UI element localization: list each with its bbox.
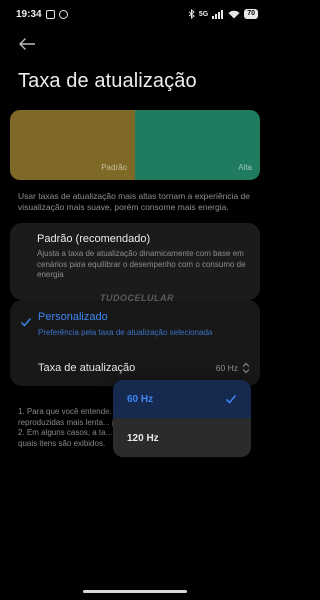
back-arrow-icon [19, 38, 35, 50]
back-button[interactable] [16, 34, 38, 54]
option-custom[interactable]: Personalizado Preferência pela taxa de a… [10, 300, 260, 386]
whatsapp-icon [58, 9, 68, 19]
refresh-rate-value: 60 Hz [215, 363, 238, 373]
refresh-rate-dropdown: 60 Hz 120 Hz [113, 380, 251, 457]
status-bar: 19:34 5G 70 [0, 0, 270, 28]
page-title: Taxa de atualização [18, 70, 197, 92]
preview-standard-label: Padrão [101, 163, 127, 172]
battery-indicator: 70 [244, 9, 258, 19]
description-text: Usar taxas de atualização mais altas tor… [18, 191, 250, 212]
dropdown-option-120hz[interactable]: 120 Hz [113, 419, 251, 457]
check-icon [21, 318, 32, 327]
dropdown-option-label: 60 Hz [127, 394, 154, 405]
option-default-subtitle: Ajusta a taxa de atualização dinamicamen… [37, 249, 246, 279]
dropdown-option-label: 120 Hz [127, 433, 159, 444]
refresh-rate-preview: Padrão Alta [10, 110, 260, 180]
wifi-icon [228, 10, 240, 18]
status-right: 5G 70 [188, 9, 258, 19]
dropdown-option-60hz[interactable]: 60 Hz [113, 380, 251, 418]
network-type: 5G [198, 10, 209, 18]
notification-icon [45, 9, 55, 19]
status-left: 19:34 [16, 9, 68, 20]
refresh-rate-label: Taxa de atualização [38, 362, 136, 374]
option-custom-title: Personalizado [38, 311, 108, 323]
home-indicator[interactable] [83, 590, 187, 593]
checkmark-icon [225, 395, 237, 404]
preview-high: Alta [135, 110, 260, 180]
option-default[interactable]: Padrão (recomendado) Ajusta a taxa de at… [10, 223, 260, 300]
bluetooth-icon [188, 9, 195, 19]
preview-high-label: Alta [238, 163, 252, 172]
preview-standard: Padrão [10, 110, 135, 180]
signal-icon [212, 9, 224, 19]
up-down-chevron-icon [242, 362, 250, 374]
watermark: TUDOCELULAR [100, 293, 174, 303]
clock: 19:34 [16, 8, 42, 20]
option-default-title: Padrão (recomendado) [37, 233, 151, 245]
refresh-rate-selector[interactable]: Taxa de atualização 60 Hz [10, 352, 260, 382]
option-custom-subtitle: Preferência pela taxa de atualização sel… [38, 328, 213, 337]
